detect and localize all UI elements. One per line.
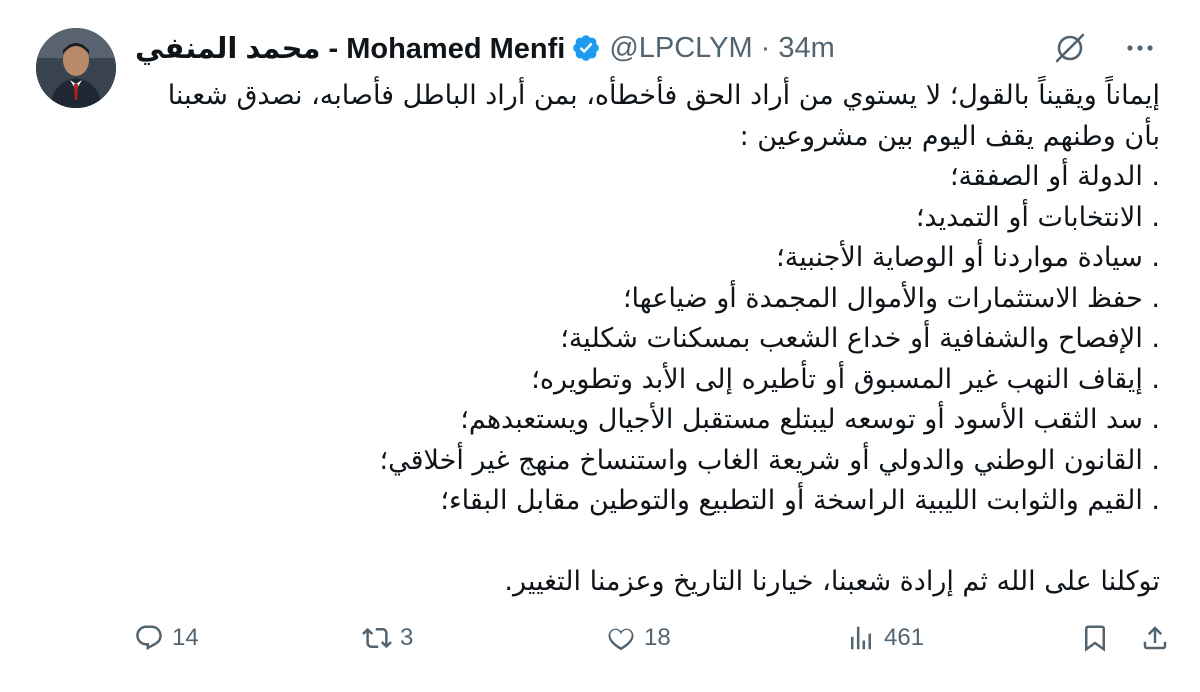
tweet-line: . إيقاف النهب غير المسبوق أو تأطيره إلى … <box>531 363 1160 395</box>
tweet-card: محمد المنفي - Mohamed Menfi @LPCLYM · 34… <box>0 0 1200 692</box>
tweet-line: . الدولة أو الصفقة؛ <box>949 161 1160 192</box>
action-bar: 14 3 18 461 <box>130 616 1176 660</box>
separator-dot: · <box>760 31 771 64</box>
tweet-line: . القيم والثوابت الليبية الراسخة أو التط… <box>440 485 1160 516</box>
tweet-line: . القانون الوطني والدولي أو شريعة الغاب … <box>379 444 1160 476</box>
reply-button[interactable]: 14 <box>134 616 199 660</box>
heart-icon <box>608 628 634 651</box>
tweet-line: . سد الثقب الأسود أو توسعه ليبتلع مستقبل… <box>460 404 1160 435</box>
header-actions <box>1050 28 1160 68</box>
retweet-icon <box>362 627 392 649</box>
views-chart-icon <box>851 626 871 650</box>
author-handle[interactable]: @LPCLYM <box>609 32 752 65</box>
tweet-line: . الانتخابات أو التمديد؛ <box>915 201 1160 233</box>
tweet-line: . الإفصاح والشفافية أو خداع الشعب بمسكنا… <box>560 323 1160 354</box>
views-count: 461 <box>884 624 925 651</box>
grok-button[interactable] <box>1050 28 1090 68</box>
share-button[interactable] <box>1140 616 1170 660</box>
more-dots-icon <box>1127 45 1153 51</box>
avatar[interactable] <box>36 28 116 108</box>
reply-icon <box>136 625 162 651</box>
retweet-button[interactable]: 3 <box>362 616 413 660</box>
like-button[interactable]: 18 <box>606 616 671 660</box>
tweet-header: محمد المنفي - Mohamed Menfi @LPCLYM · 34… <box>135 28 1160 68</box>
views-button[interactable]: 461 <box>846 616 924 660</box>
retweet-count: 3 <box>400 624 414 651</box>
tweet-closing-line: توكلنا على الله ثم إرادة شعبنا، خيارنا ا… <box>504 566 1160 597</box>
like-count: 18 <box>644 624 671 651</box>
verified-badge-icon <box>573 35 600 61</box>
reply-count: 14 <box>172 624 199 651</box>
timestamp[interactable]: 34m <box>778 32 834 65</box>
tweet-line: . سيادة مواردنا أو الوصاية الأجنبية؛ <box>776 242 1160 273</box>
author-name[interactable]: محمد المنفي - Mohamed Menfi <box>135 31 565 66</box>
share-icon <box>1143 626 1167 650</box>
grok-icon <box>1055 33 1085 63</box>
tweet-text: إيماناً ويقيناً بالقول؛ لا يستوي من أراد… <box>135 76 1160 603</box>
bookmark-button[interactable] <box>1080 616 1110 660</box>
tweet-line: إيماناً ويقيناً بالقول؛ لا يستوي من أراد… <box>167 80 1160 111</box>
tweet-line: . حفظ الاستثمارات والأموال المجمدة أو ضي… <box>622 282 1160 314</box>
bookmark-icon <box>1085 625 1105 652</box>
more-button[interactable] <box>1120 28 1160 68</box>
tweet-line: بأن وطنهم يقف اليوم بين مشروعين : <box>739 120 1160 152</box>
